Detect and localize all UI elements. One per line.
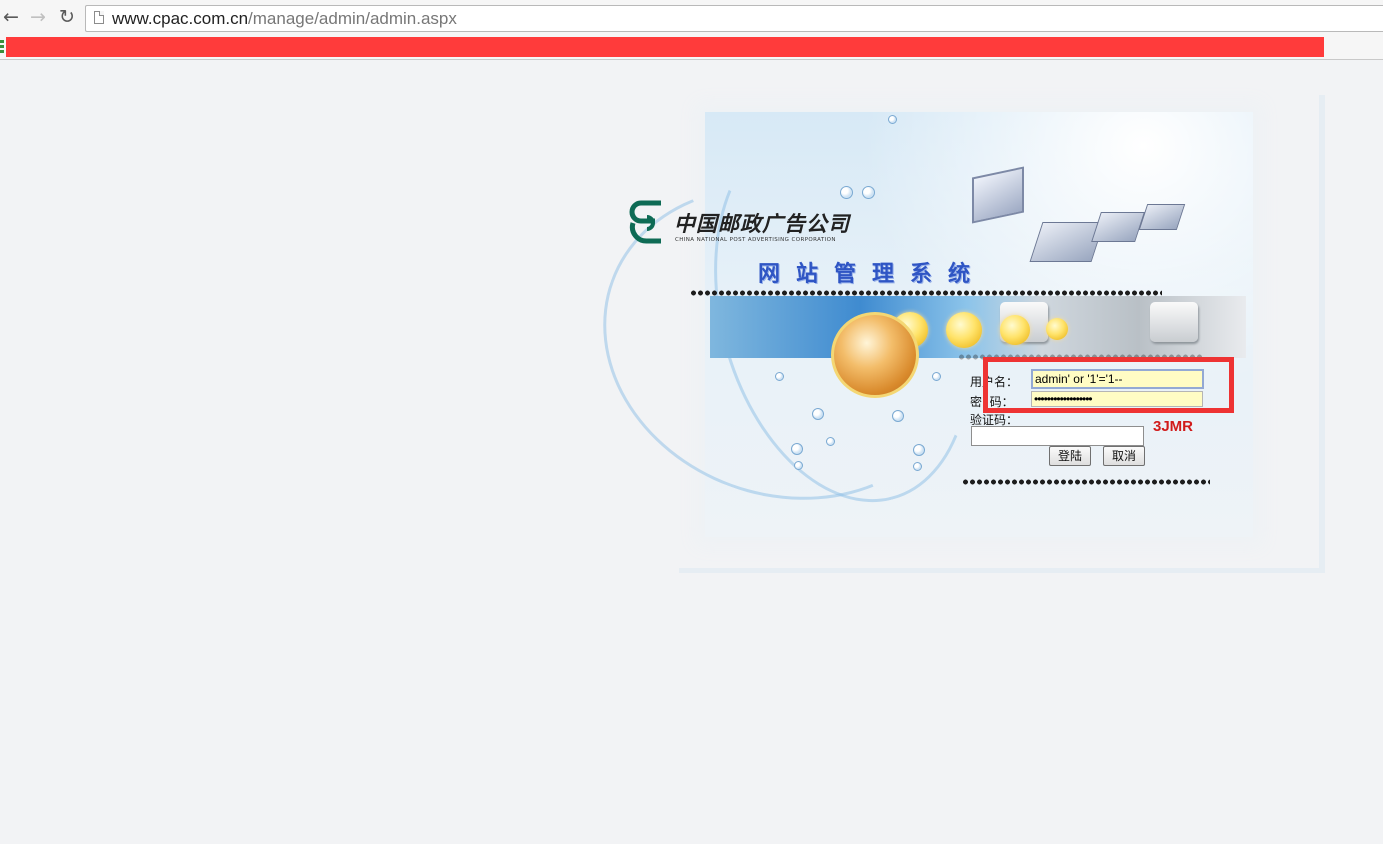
highlight-annotation-box xyxy=(983,357,1234,413)
address-bar[interactable]: www.cpac.com.cn/manage/admin/admin.aspx xyxy=(85,5,1383,32)
keyboard-key-illustration xyxy=(1150,302,1198,342)
url-text[interactable]: www.cpac.com.cn/manage/admin/admin.aspx xyxy=(112,9,457,28)
browser-toolbar: ← → ↻ www.cpac.com.cn/manage/admin/admin… xyxy=(0,0,1383,36)
bubble-decoration xyxy=(913,462,922,471)
cancel-button[interactable]: 取消 xyxy=(1103,446,1145,466)
bubble-decoration xyxy=(826,437,835,446)
globe-illustration xyxy=(831,312,919,398)
laptop-illustration xyxy=(1029,222,1105,262)
captcha-input[interactable] xyxy=(971,426,1144,446)
cpac-logo-icon xyxy=(629,200,661,244)
captcha-image[interactable]: 3JMR xyxy=(1153,418,1193,435)
back-icon[interactable]: ← xyxy=(0,6,22,28)
system-title: 网站管理系统 xyxy=(758,262,987,287)
forward-icon[interactable]: → xyxy=(27,6,49,28)
apps-icon[interactable] xyxy=(0,40,4,54)
url-host: www.cpac.com.cn xyxy=(112,9,249,28)
company-name-english: CHINA NATIONAL POST ADVERTISING CORPORAT… xyxy=(675,237,836,243)
reload-icon[interactable]: ↻ xyxy=(56,6,78,28)
bubble-decoration xyxy=(932,372,941,381)
coin-illustration xyxy=(1000,315,1030,345)
bubble-decoration xyxy=(840,186,853,199)
bubble-decoration xyxy=(862,186,875,199)
dotted-divider xyxy=(962,479,1210,485)
url-path: /manage/admin/admin.aspx xyxy=(248,9,457,28)
coin-illustration xyxy=(946,312,982,348)
coin-illustration xyxy=(1046,318,1068,340)
redaction-bar xyxy=(6,37,1324,57)
bubble-decoration xyxy=(892,410,904,422)
company-name: 中国邮政广告公司 xyxy=(674,212,850,236)
bubble-decoration xyxy=(775,372,784,381)
bubble-decoration xyxy=(913,444,925,456)
bubble-decoration xyxy=(791,443,803,455)
page-icon xyxy=(94,11,104,24)
bubble-decoration xyxy=(794,461,803,470)
bubble-decoration xyxy=(888,115,897,124)
login-button[interactable]: 登陆 xyxy=(1049,446,1091,466)
bubble-decoration xyxy=(812,408,824,420)
